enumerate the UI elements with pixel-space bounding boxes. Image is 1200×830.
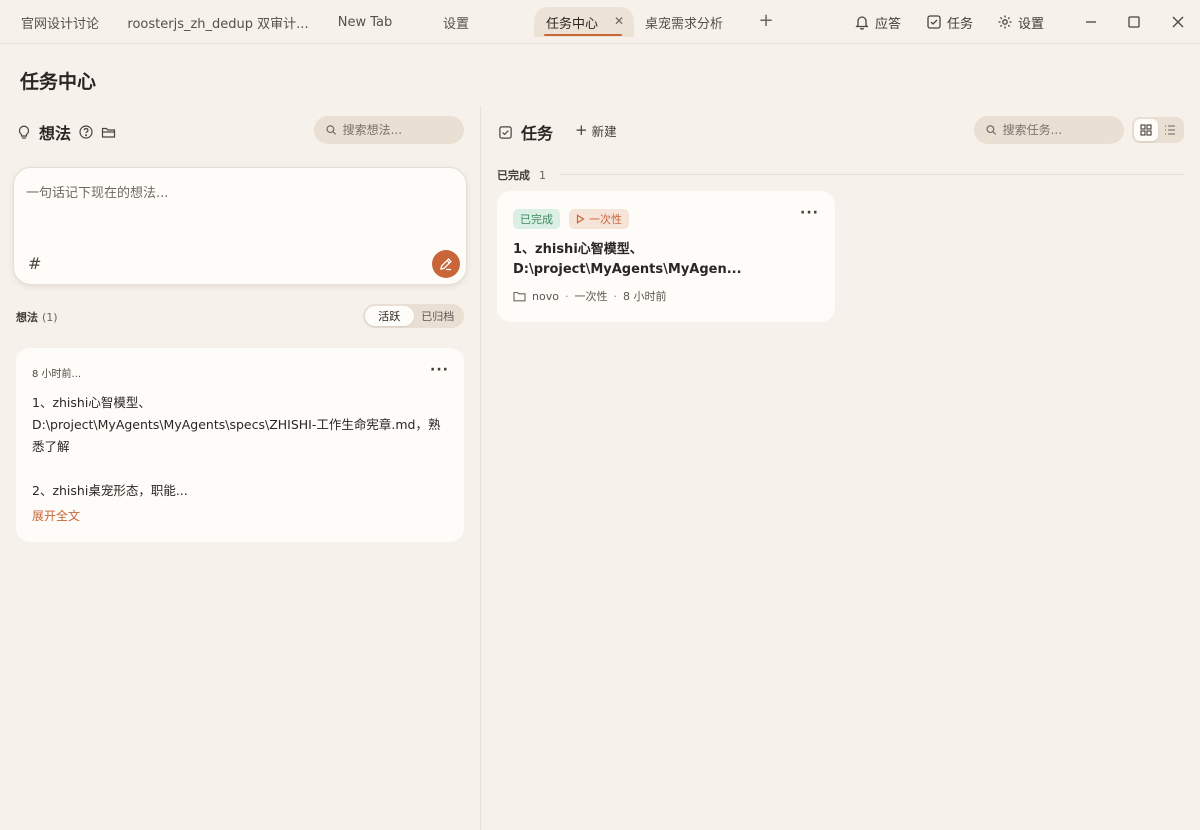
tasks-button[interactable]: 任务	[926, 11, 973, 33]
task-title: 1、zhishi心智模型、D:\project\MyAgents\MyAgen.…	[513, 242, 742, 277]
meta-separator: ·	[613, 289, 617, 303]
help-icon[interactable]	[79, 125, 93, 139]
group-divider	[560, 174, 1184, 175]
hashtag-button[interactable]: #	[28, 254, 41, 273]
completed-group-label: 已完成	[497, 169, 530, 182]
tasks-heading: 任务	[521, 124, 554, 143]
gear-icon	[998, 15, 1012, 29]
bell-icon	[855, 16, 869, 30]
new-task-button[interactable]: + 新建	[575, 121, 617, 140]
idea-body: 1、zhishi心智模型、 D:\project\MyAgents\MyAgen…	[32, 395, 441, 498]
tasks-label: 任务	[947, 16, 974, 32]
ideas-search-input[interactable]	[342, 123, 464, 137]
idea-input[interactable]	[26, 182, 446, 242]
ideas-count: (1)	[42, 311, 58, 324]
ideas-search[interactable]	[314, 116, 464, 144]
close-window-icon[interactable]	[1168, 12, 1188, 32]
pencil-icon	[440, 258, 452, 271]
title-bar: 官网设计讨论 roosterjs_zh_dedup 双审计... New Tab…	[0, 0, 1200, 44]
expand-full-text-link[interactable]: 展开全文	[32, 507, 80, 524]
ideas-list-label: 想法	[16, 311, 38, 324]
task-time: 8 小时前	[622, 290, 667, 303]
idea-card[interactable]: 8 小时前... ··· 1、zhishi心智模型、 D:\project\My…	[16, 348, 464, 542]
type-badge: 一次性	[569, 209, 629, 229]
task-meta-type: 一次性	[574, 290, 608, 303]
tasks-header: 任务	[498, 120, 553, 144]
tasks-search-input[interactable]	[1002, 123, 1124, 137]
list-view-icon[interactable]	[1158, 119, 1182, 141]
tab-task-center-label: 任务中心	[546, 16, 599, 32]
folder-open-icon[interactable]	[101, 125, 117, 139]
ideas-list-header: 想法 (1)	[16, 309, 58, 325]
minimize-icon[interactable]	[1081, 12, 1101, 32]
answer-button[interactable]: 应答	[854, 11, 901, 33]
tab-pet-requirements[interactable]: 桌宠需求分析	[640, 7, 728, 37]
new-task-label: 新建	[591, 124, 617, 139]
idea-time: 8 小时前...	[32, 369, 82, 380]
tasks-search[interactable]	[974, 116, 1124, 144]
new-tab-plus-icon[interactable]: +	[757, 10, 775, 32]
tab-new-tab[interactable]: New Tab	[320, 7, 410, 37]
play-icon	[576, 214, 585, 224]
tab-roosterjs[interactable]: roosterjs_zh_dedup 双审计...	[128, 7, 308, 37]
filter-active-button[interactable]: 活跃	[365, 306, 414, 326]
ideas-header: 想法	[17, 120, 117, 144]
type-badge-label: 一次性	[589, 213, 622, 226]
task-meta: novo · 一次性 · 8 小时前	[513, 288, 666, 304]
ideas-heading: 想法	[39, 124, 72, 143]
plus-icon: +	[575, 121, 588, 139]
tab-close-icon[interactable]: ✕	[614, 14, 624, 28]
completed-group-count: 1	[539, 169, 546, 182]
view-mode-toggle	[1132, 117, 1184, 143]
search-icon	[326, 125, 337, 135]
tab-settings[interactable]: 设置	[426, 7, 486, 37]
meta-separator: ·	[564, 289, 569, 303]
search-icon	[986, 125, 997, 135]
status-badge: 已完成	[513, 209, 560, 229]
folder-icon	[513, 291, 526, 301]
settings-label: 设置	[1018, 16, 1045, 32]
checkbox-icon	[927, 15, 941, 29]
checkbox-icon	[499, 125, 512, 139]
lightbulb-icon	[18, 125, 30, 139]
task-project: novo	[532, 289, 559, 303]
panel-divider	[480, 106, 481, 830]
tab-task-center[interactable]: 任务中心 ✕	[534, 7, 634, 37]
tab-website-design[interactable]: 官网设计讨论	[10, 7, 110, 37]
filter-archived-button[interactable]: 已归档	[414, 306, 463, 326]
page-title: 任务中心	[20, 71, 97, 93]
idea-composer: #	[13, 167, 467, 285]
submit-idea-button[interactable]	[432, 250, 460, 278]
ideas-filter-toggle: 活跃 已归档	[363, 304, 464, 328]
grid-view-icon[interactable]	[1134, 119, 1158, 141]
task-more-icon[interactable]: ···	[800, 205, 819, 221]
task-card[interactable]: 已完成 一次性 ··· 1、zhishi心智模型、D:\project\MyAg…	[497, 191, 835, 322]
completed-group-header: 已完成 1	[497, 167, 546, 183]
settings-button[interactable]: 设置	[997, 11, 1044, 33]
idea-more-icon[interactable]: ···	[430, 362, 449, 378]
answer-label: 应答	[875, 16, 902, 32]
maximize-icon[interactable]	[1124, 12, 1144, 32]
